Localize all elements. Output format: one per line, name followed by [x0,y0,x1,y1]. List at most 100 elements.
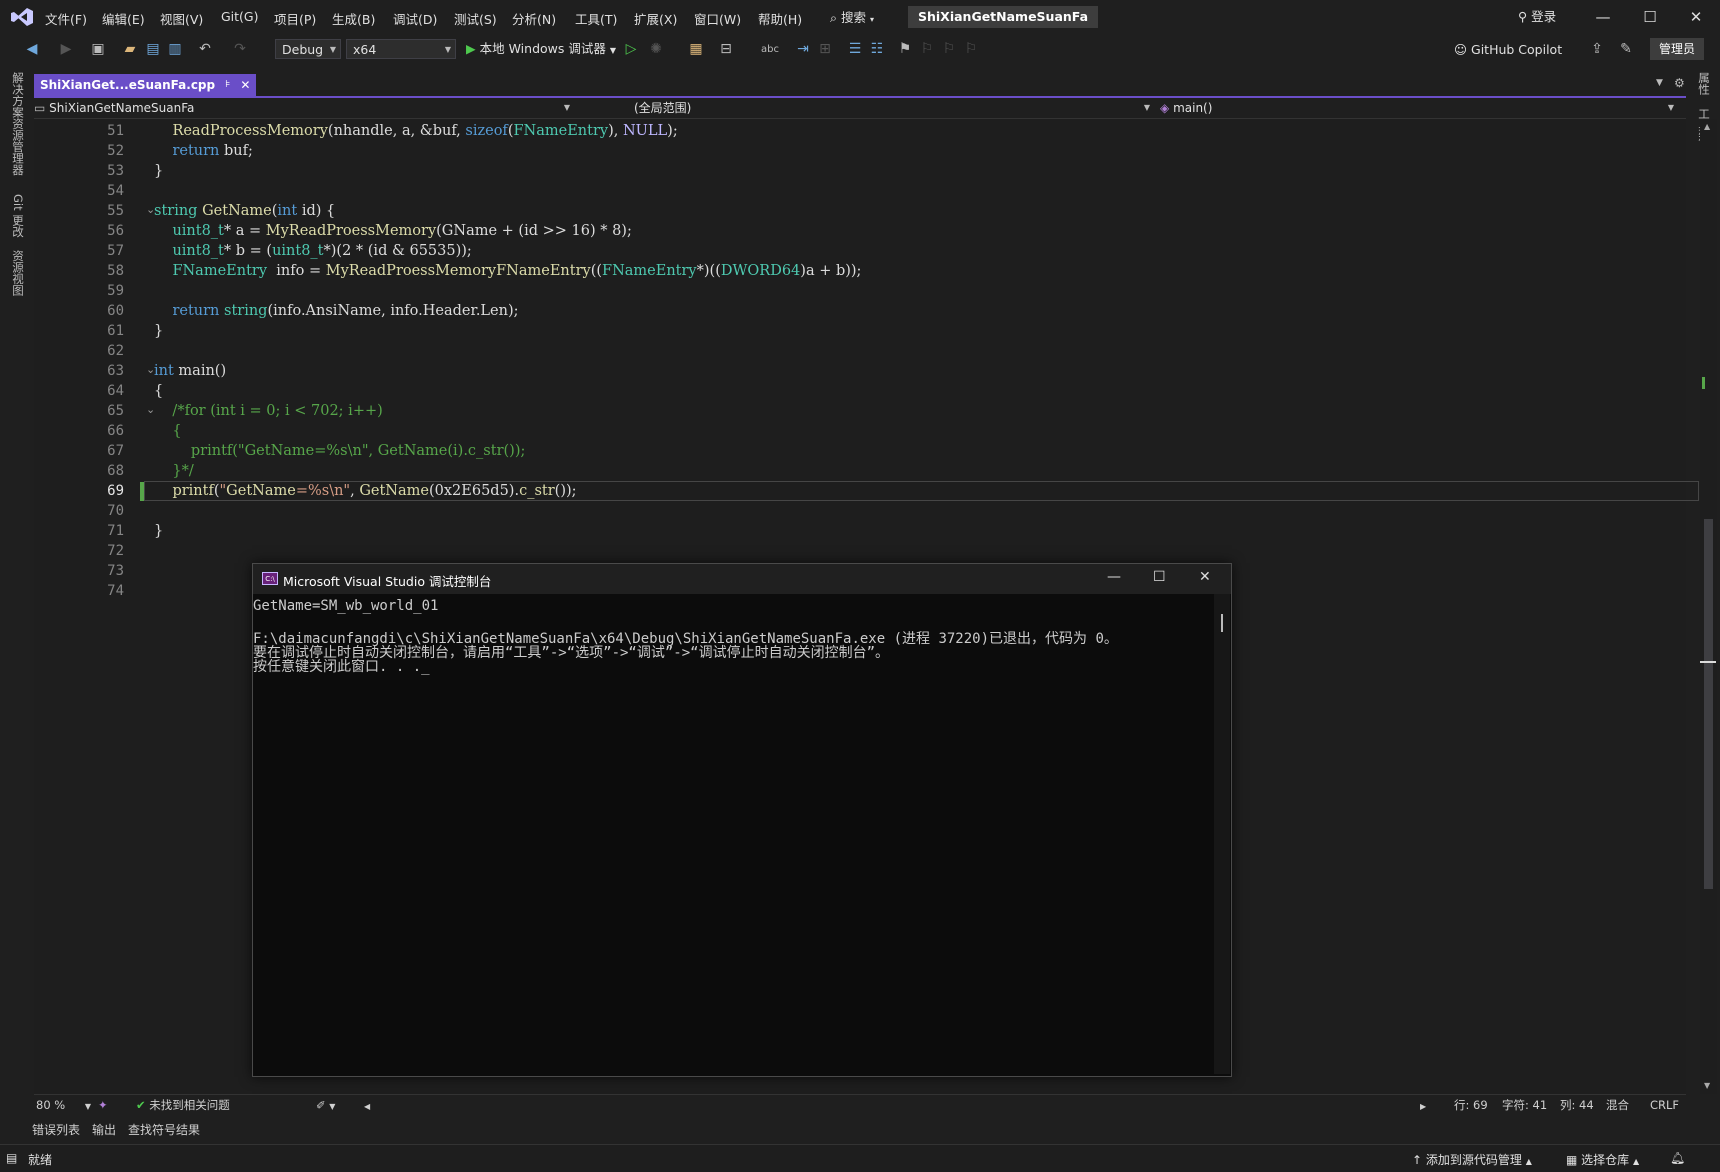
project-dropdown[interactable]: ▭ ShiXianGetNameSuanFa ▼ [34,99,576,117]
code-line[interactable]: } [154,323,163,339]
bookmark-button[interactable]: ⚑ [895,39,915,59]
navigate-back-button[interactable]: ◀ [22,39,42,59]
open-file-button[interactable]: ▰ [120,39,140,59]
code-line[interactable]: uint8_t* b = (uint8_t*)(2 * (id & 65535)… [154,243,471,259]
editor-vertical-scrollbar[interactable]: ▲ ▼ [1700,119,1717,1094]
line-indicator[interactable]: 行: 69 [1454,1097,1488,1113]
code-line[interactable]: int main() [154,363,226,379]
step-button[interactable]: ⇥ [793,39,813,59]
save-all-button[interactable]: ▥ [165,39,185,59]
menu-item[interactable]: 编辑(E) [102,9,145,28]
solution-explorer-tab[interactable]: 解决方案资源管理器 [10,72,26,176]
zoom-dropdown[interactable]: 80 % ▼ [36,1097,91,1113]
code-line[interactable]: printf("GetName=%s\n", GetName(0x2E65d5)… [154,483,576,499]
code-line[interactable]: uint8_t* a = MyReadProessMemory(GName + … [154,223,631,239]
document-tab[interactable]: ShiXianGet...eSuanFa.cpp ⊧ ✕ [34,74,257,96]
new-project-button[interactable]: ▣ [88,39,108,59]
issues-indicator[interactable]: ✔ 未找到相关问题 [136,1097,230,1113]
code-line[interactable]: } [154,163,163,179]
menu-item[interactable]: Git(G) [221,9,259,24]
output-window-icon[interactable]: ▤ [6,1151,17,1165]
select-repository-button[interactable]: ▦ 选择仓库 ▲ [1566,1151,1639,1168]
platform-select[interactable]: x64 ▼ [346,39,456,59]
menu-item[interactable]: 分析(N) [512,9,556,28]
scope-dropdown[interactable]: (全局范围) ▼ [594,99,1156,117]
console-scrollbar[interactable] [1214,594,1230,1074]
menu-item[interactable]: 测试(S) [454,9,497,28]
code-line[interactable]: return string(info.AnsiName, info.Header… [154,303,518,319]
menu-item[interactable]: 文件(F) [45,9,87,28]
clear-bookmarks-button[interactable]: ⚐ [961,39,981,59]
line-ending[interactable]: CRLF [1650,1097,1679,1113]
configuration-select[interactable]: Debug ▼ [275,39,341,59]
github-copilot-button[interactable]: ☺ GitHub Copilot [1454,42,1562,57]
menu-item[interactable]: 项目(P) [274,9,316,28]
console-title-bar[interactable]: C:\ Microsoft Visual Studio 调试控制台 — ☐ ✕ [253,564,1231,594]
column-indicator[interactable]: 列: 44 [1560,1097,1594,1113]
maximize-button[interactable]: ☐ [1627,4,1673,30]
comment-button[interactable]: ☰ [845,39,865,59]
uncomment-button[interactable]: ☷ [867,39,887,59]
menu-item[interactable]: 帮助(H) [758,9,802,28]
code-line[interactable]: FNameEntry info = MyReadProessMemoryFNam… [154,263,861,279]
properties-tab[interactable]: 属性 [1696,72,1712,95]
navigate-forward-button[interactable]: ▶ [56,39,76,59]
scroll-right-icon[interactable]: ▶ [1420,1097,1426,1113]
console-scroll-thumb[interactable] [1221,614,1223,632]
error-list-tab[interactable]: 错误列表 [32,1121,80,1138]
breakpoints-button[interactable]: ⊞ [815,39,835,59]
resource-view-tab[interactable]: 资源视图 [10,250,26,296]
notifications-button[interactable]: 🔔︎ [1670,1151,1685,1165]
close-button[interactable]: ✕ [1673,4,1719,30]
code-line[interactable]: printf("GetName=%s\n", GetName(i).c_str(… [154,443,526,459]
code-line[interactable]: string GetName(int id) { [154,203,335,219]
code-line[interactable]: /*for (int i = 0; i < 702; i++) [154,403,382,419]
menu-item[interactable]: 窗口(W) [694,9,741,28]
menu-item[interactable]: 视图(V) [160,9,203,28]
signin-button[interactable]: ⚲ 登录 [1518,6,1556,25]
add-to-source-control-button[interactable]: ↑ 添加到源代码管理 ▲ [1412,1151,1532,1168]
code-line[interactable]: return buf; [154,143,252,159]
menu-item[interactable]: 生成(B) [332,9,375,28]
close-tab-icon[interactable]: ✕ [240,74,250,96]
code-line[interactable]: ReadProcessMemory(nhandle, a, &buf, size… [154,123,677,139]
menu-item[interactable]: 工具(T) [575,9,617,28]
tab-settings-button[interactable]: ⚙ [1674,76,1685,90]
char-indicator[interactable]: 字符: 41 [1502,1097,1547,1113]
solution-explorer-toolbar-button[interactable]: ▦ [686,39,706,59]
hot-reload-button[interactable]: ✺ [646,39,666,59]
scrollbar-thumb[interactable] [1704,519,1713,889]
output-tab[interactable]: 输出 [92,1121,116,1138]
menu-item[interactable]: 扩展(X) [634,9,677,28]
save-button[interactable]: ▤ [143,39,163,59]
whitespace-mode[interactable]: 混合 [1606,1097,1629,1113]
menu-item[interactable]: 调试(D) [393,9,437,28]
scroll-left-icon[interactable]: ◀ [364,1097,370,1113]
next-bookmark-button[interactable]: ⚐ [939,39,959,59]
debug-console-window[interactable]: C:\ Microsoft Visual Studio 调试控制台 — ☐ ✕ … [252,563,1232,1077]
console-close-button[interactable]: ✕ [1199,569,1211,585]
tab-list-dropdown[interactable]: ▼ [1656,78,1663,88]
feedback-button[interactable]: ✎ [1616,39,1636,59]
redo-button[interactable]: ↷ [230,39,250,59]
layout-button[interactable]: ⊟ [716,39,736,59]
code-line[interactable]: }*/ [154,463,193,479]
code-line[interactable]: { [154,423,181,439]
start-without-debugging-button[interactable]: ▷ [621,39,641,59]
intellicode-icon[interactable]: ✦ [98,1097,108,1113]
minimize-button[interactable]: — [1580,4,1626,30]
console-maximize-button[interactable]: ☐ [1153,569,1166,585]
code-cleanup-button[interactable]: ✐ ▼ [316,1097,335,1113]
undo-button[interactable]: ↶ [195,39,215,59]
start-debugging-button[interactable]: ▶ 本地 Windows 调试器 ▼ [466,39,616,59]
prev-bookmark-button[interactable]: ⚐ [917,39,937,59]
console-minimize-button[interactable]: — [1107,569,1121,585]
member-dropdown[interactable]: ◈ main() ▼ [1160,99,1680,117]
pin-icon[interactable]: ⊧ [225,74,230,96]
spell-check-button[interactable]: abc [760,39,780,59]
code-line[interactable]: } [154,523,163,539]
git-changes-tab[interactable]: Git 更改 [10,194,26,237]
search-box[interactable]: ⌕ 搜索 ▾ [830,7,874,26]
share-button[interactable]: ⇪ [1587,39,1607,59]
find-symbol-results-tab[interactable]: 查找符号结果 [128,1121,200,1138]
